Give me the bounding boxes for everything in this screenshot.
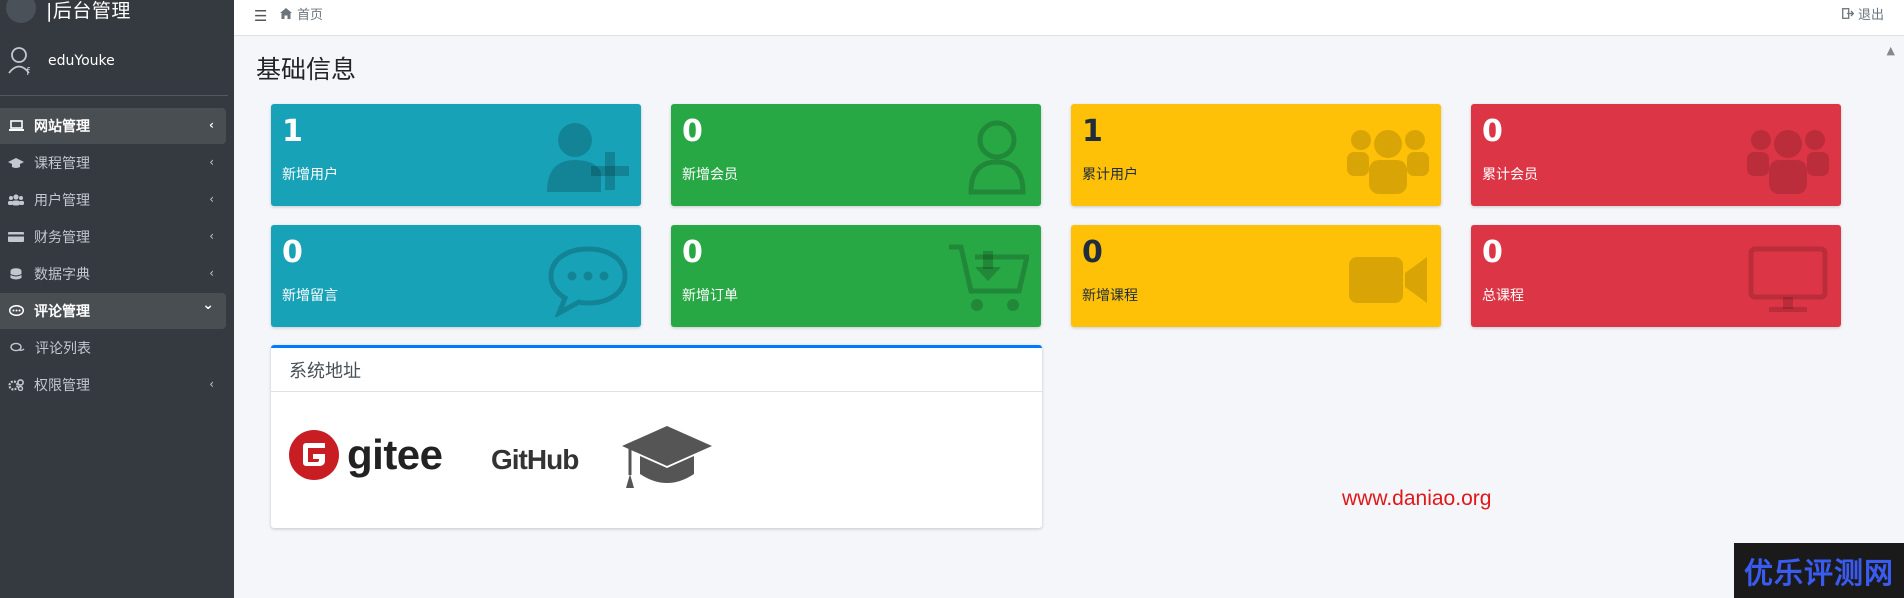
stat-value: 1 <box>282 114 303 149</box>
users-icon <box>1747 130 1829 194</box>
stat-label: 新增课程 <box>1082 288 1138 304</box>
stat-box-new-courses[interactable]: 0 新增课程 <box>1071 225 1441 327</box>
chevron-left-icon: ‹ <box>209 229 214 243</box>
course-site-link[interactable] <box>622 424 712 498</box>
stat-label: 新增订单 <box>682 288 738 304</box>
sidebar: |后台管理 f eduYouke 网站管理 ‹ 课程管理 ‹ 用户管理 ‹ 财务… <box>0 0 234 598</box>
laptop-icon <box>8 119 24 133</box>
user-icon <box>968 120 1026 195</box>
stat-label: 累计会员 <box>1482 167 1538 183</box>
stat-label: 新增留言 <box>282 288 338 304</box>
stat-box-new-users[interactable]: 1 新增用户 <box>271 104 641 206</box>
sidebar-item-finance[interactable]: 财务管理 ‹ <box>0 219 226 255</box>
cogs-icon <box>8 378 24 392</box>
stat-box-new-orders[interactable]: 0 新增订单 <box>671 225 1041 327</box>
topbar: ☰ 首页 退出 <box>234 0 1904 36</box>
stat-box-total-users[interactable]: 1 累计用户 <box>1071 104 1441 206</box>
graduation-cap-icon <box>8 156 24 170</box>
breadcrumb[interactable]: 首页 <box>280 4 323 23</box>
menu-toggle-icon[interactable]: ☰ <box>254 7 267 25</box>
sidebar-item-label: 权限管理 <box>34 378 90 394</box>
gitee-label: gitee <box>347 431 443 478</box>
sidebar-item-permissions[interactable]: 权限管理 ‹ <box>0 367 226 403</box>
stat-value: 0 <box>1482 114 1503 149</box>
video-icon <box>1349 257 1427 303</box>
sidebar-item-label: 网站管理 <box>34 119 90 135</box>
chevron-left-icon: ‹ <box>209 266 214 280</box>
chevron-down-icon: ⌄ <box>202 297 214 313</box>
sidebar-item-label: 课程管理 <box>34 156 90 172</box>
stat-box-total-members[interactable]: 0 累计会员 <box>1471 104 1841 206</box>
card-title: 系统地址 <box>271 348 1042 392</box>
cart-download-icon <box>949 244 1029 311</box>
credit-card-icon <box>8 230 24 244</box>
stat-box-new-members[interactable]: 0 新增会员 <box>671 104 1041 206</box>
database-icon <box>8 267 24 281</box>
card-body: gitee GitHub <box>271 392 1042 528</box>
stat-box-total-courses[interactable]: 0 总课程 <box>1471 225 1841 327</box>
chevron-left-icon: ‹ <box>209 192 214 206</box>
stat-label: 累计用户 <box>1082 167 1138 183</box>
chevron-left-icon: ‹ <box>209 377 214 391</box>
sidebar-item-comments[interactable]: 评论管理 ⌄ <box>0 293 226 329</box>
user-name: eduYouke <box>48 52 115 69</box>
comment-dots-icon <box>8 304 24 318</box>
home-icon <box>280 8 292 19</box>
stat-label: 新增会员 <box>682 167 738 183</box>
graduation-cap-icon <box>622 426 712 488</box>
stat-value: 0 <box>1482 235 1503 270</box>
sidebar-item-dictionary[interactable]: 数据字典 ‹ <box>0 256 226 292</box>
sidebar-nav: 网站管理 ‹ 课程管理 ‹ 用户管理 ‹ 财务管理 ‹ 数据字典 ‹ 评论管理 … <box>0 108 234 403</box>
sidebar-item-label: 评论管理 <box>34 304 90 320</box>
system-address-card: 系统地址 gitee GitHub <box>271 345 1042 528</box>
stat-label: 新增用户 <box>282 167 338 183</box>
sidebar-item-label: 财务管理 <box>34 230 90 246</box>
stat-label: 总课程 <box>1482 288 1524 304</box>
comment-dots-icon <box>548 246 628 317</box>
stat-value: 1 <box>1082 114 1103 149</box>
watermark: 优乐评测网 <box>1734 543 1904 598</box>
brand-logo-icon <box>6 0 36 23</box>
stat-value: 0 <box>682 235 703 270</box>
logout-label: 退出 <box>1857 8 1884 23</box>
logout-button[interactable]: 退出 <box>1842 4 1884 23</box>
gitee-logo-icon <box>289 430 339 480</box>
chevron-left-icon: ‹ <box>209 155 214 169</box>
sidebar-item-comment-list[interactable]: 评论列表 <box>0 330 226 366</box>
stat-value: 0 <box>682 114 703 149</box>
desktop-icon <box>1748 246 1828 312</box>
github-link[interactable]: GitHub <box>491 444 579 476</box>
users-icon <box>1347 130 1429 194</box>
site-url-link[interactable]: www.daniao.org <box>1342 487 1491 511</box>
brand[interactable]: |后台管理 <box>0 0 234 26</box>
page-title: 基础信息 <box>256 55 357 84</box>
sidebar-item-users[interactable]: 用户管理 ‹ <box>0 182 226 218</box>
user-panel[interactable]: f eduYouke <box>0 26 228 96</box>
stat-value: 0 <box>1082 235 1103 270</box>
user-plus-icon <box>547 123 629 192</box>
stat-value: 0 <box>282 235 303 270</box>
comments-icon <box>9 341 25 355</box>
sidebar-item-course[interactable]: 课程管理 ‹ <box>0 145 226 181</box>
sidebar-item-label: 评论列表 <box>35 341 91 357</box>
gitee-link[interactable]: gitee <box>289 430 443 480</box>
sign-out-icon <box>1842 8 1854 19</box>
scroll-up-icon[interactable]: ▲ <box>1887 44 1895 57</box>
sidebar-item-label: 数据字典 <box>34 267 90 283</box>
stat-box-new-messages[interactable]: 0 新增留言 <box>271 225 641 327</box>
breadcrumb-home: 首页 <box>297 8 324 23</box>
sidebar-item-label: 用户管理 <box>34 193 90 209</box>
user-avatar-icon: f <box>8 46 36 76</box>
users-icon <box>8 193 24 207</box>
chevron-left-icon: ‹ <box>209 118 214 132</box>
brand-title: |后台管理 <box>46 0 131 22</box>
sidebar-item-website[interactable]: 网站管理 ‹ <box>0 108 226 144</box>
svg-text:f: f <box>26 65 31 76</box>
